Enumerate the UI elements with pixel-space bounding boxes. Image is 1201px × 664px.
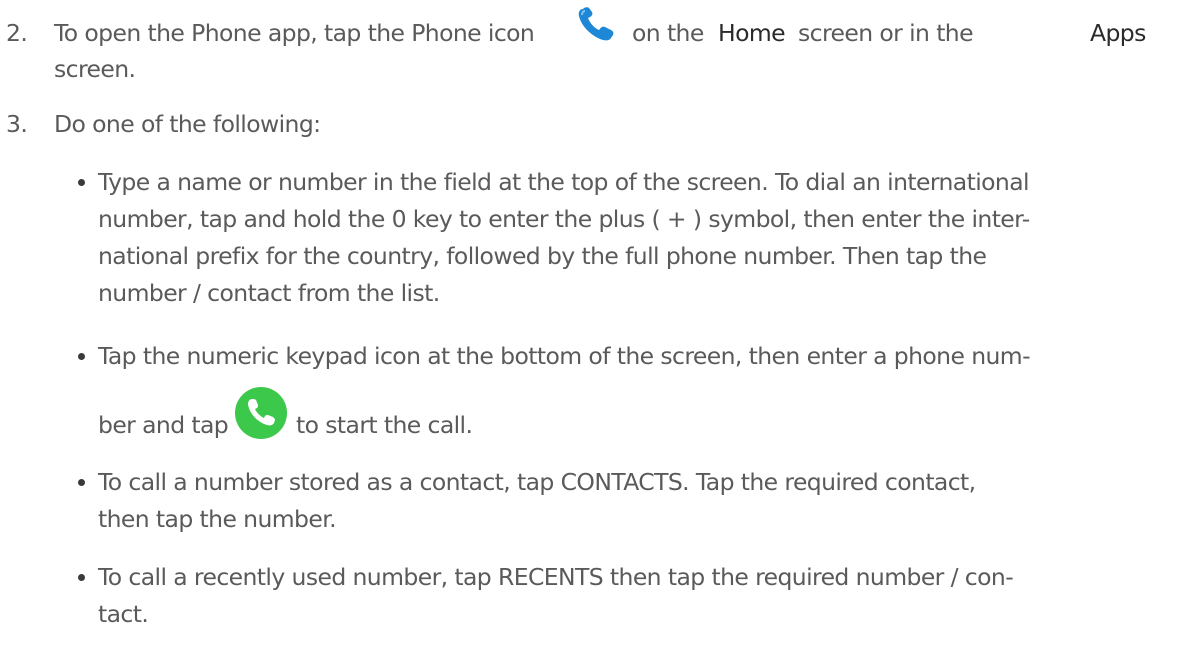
- bullet-dot: [78, 574, 85, 581]
- document-page: 2. To open the Phone app, tap the Phone …: [0, 0, 1201, 664]
- bullet-dot: [78, 479, 85, 486]
- step-2-line-1b: on the: [632, 19, 704, 47]
- apps-screen-label: Apps: [1090, 19, 1146, 47]
- bullet-4-line-1: To call a recently used number, tap RECE…: [98, 563, 1014, 591]
- bullet-dot: [78, 179, 85, 186]
- step-2-line-1c: screen or in the: [798, 19, 974, 47]
- bullet-dot: [78, 353, 85, 360]
- bullet-1-line-4: number / contact from the list.: [98, 279, 440, 307]
- step-3-intro: Do one of the following:: [54, 110, 321, 138]
- step-2-line-1a: To open the Phone app, tap the Phone ico…: [54, 19, 535, 47]
- home-screen-label: Home: [718, 19, 786, 47]
- bullet-3-line-2: then tap the number.: [98, 505, 337, 533]
- bullet-2-line-2b: to start the call.: [296, 411, 473, 439]
- bullet-4-line-2: tact.: [98, 600, 149, 628]
- bullet-3-line-1: To call a number stored as a contact, ta…: [98, 468, 976, 496]
- bullet-1-line-3: national prefix for the country, followe…: [98, 242, 987, 270]
- bullet-2-line-2a: ber and tap: [98, 411, 229, 439]
- step-number-3: 3.: [6, 110, 28, 138]
- step-number-2: 2.: [6, 19, 28, 47]
- step-2-line-2: screen.: [54, 55, 136, 83]
- bullet-2-line-1: Tap the numeric keypad icon at the botto…: [98, 342, 1031, 370]
- phone-handset-icon: [576, 6, 620, 46]
- call-button-icon: [233, 385, 289, 441]
- bullet-1-line-2: number, tap and hold the 0 key to enter …: [98, 205, 1030, 233]
- bullet-1-line-1: Type a name or number in the field at th…: [98, 168, 1030, 196]
